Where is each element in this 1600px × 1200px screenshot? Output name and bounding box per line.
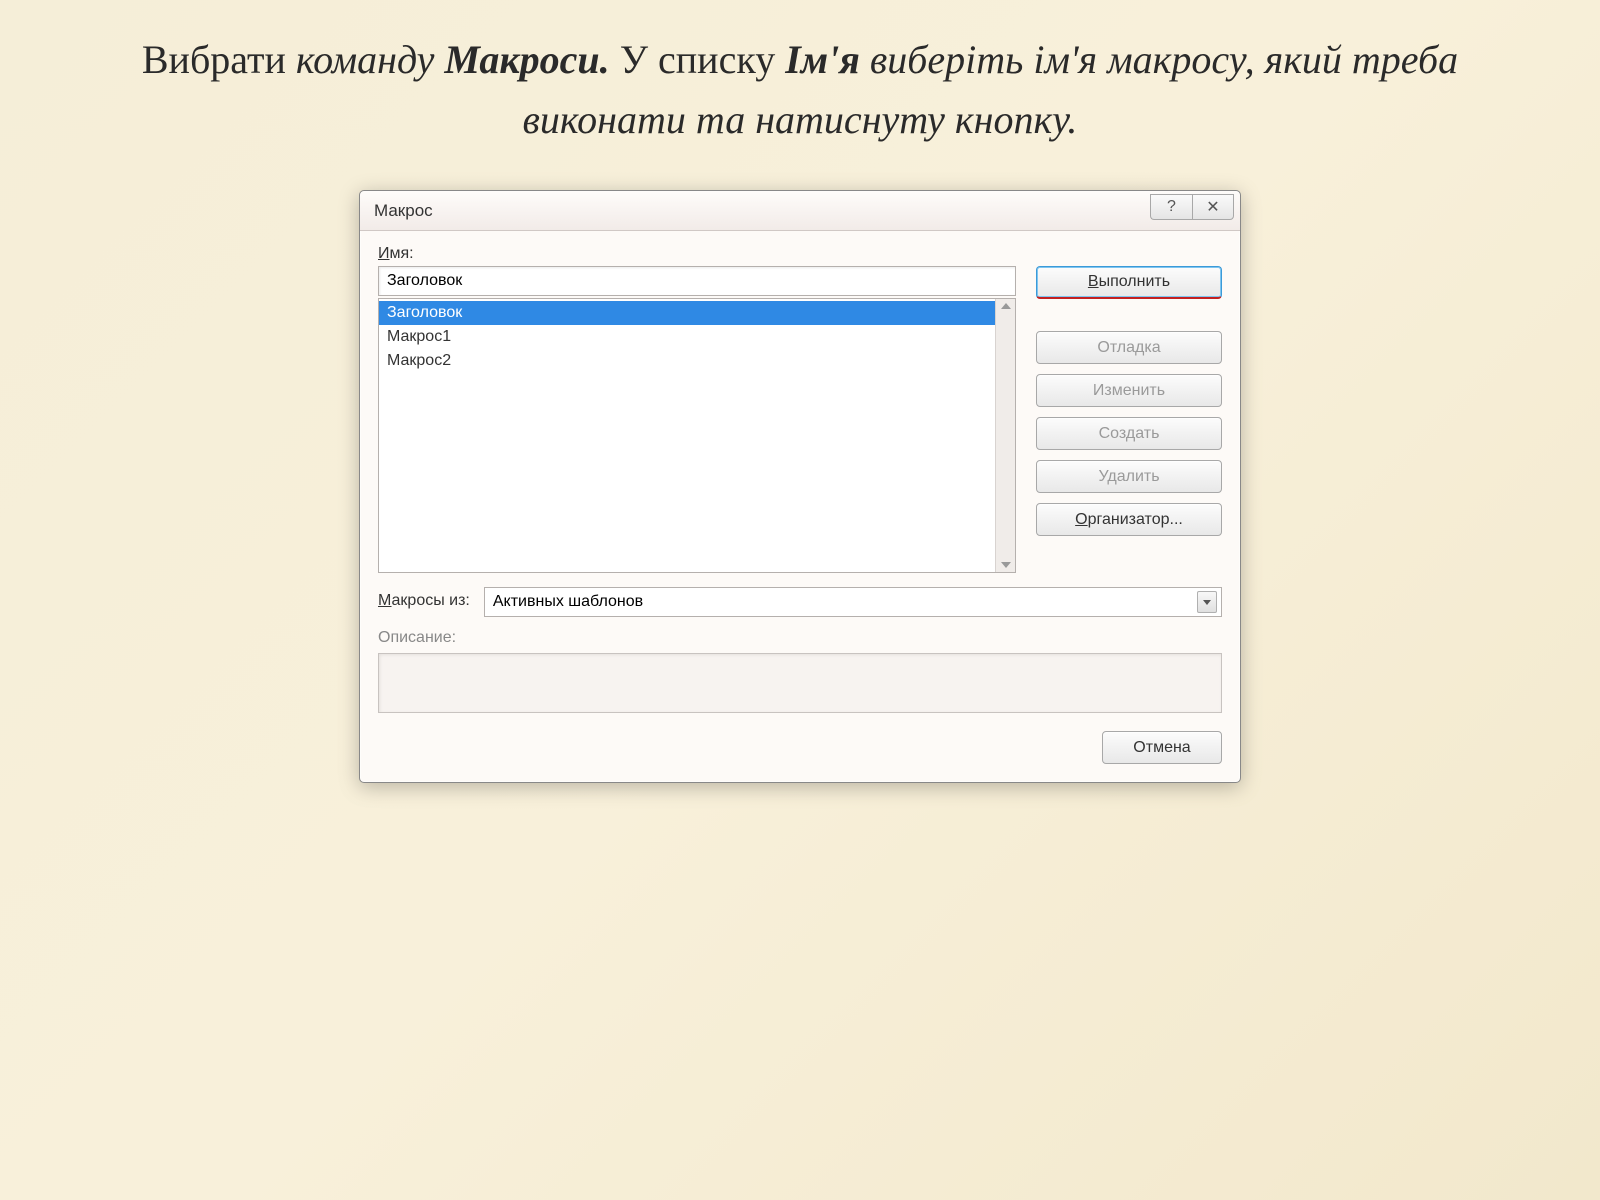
listbox-scrollbar[interactable] (995, 299, 1015, 572)
delete-button[interactable]: Удалить (1036, 460, 1222, 493)
list-item[interactable]: Заголовок (379, 301, 995, 325)
close-button[interactable]: ✕ (1192, 194, 1234, 220)
description-box (378, 653, 1222, 713)
chevron-down-icon (1197, 591, 1217, 613)
macro-name-input[interactable] (378, 266, 1016, 296)
dialog-title: Макрос (374, 201, 433, 221)
source-label: Макросы из: (378, 592, 470, 610)
cancel-button[interactable]: Отмена (1102, 731, 1222, 764)
help-button[interactable]: ? (1150, 194, 1192, 220)
scroll-down-icon[interactable] (1001, 562, 1011, 568)
macro-list[interactable]: Заголовок Макрос1 Макрос2 (379, 299, 995, 572)
create-button[interactable]: Создать (1036, 417, 1222, 450)
macro-source-select[interactable]: Активных шаблонов (484, 587, 1222, 617)
list-item[interactable]: Макрос2 (379, 349, 995, 373)
close-icon: ✕ (1206, 197, 1219, 217)
run-button[interactable]: Выполнить (1036, 266, 1222, 299)
list-item[interactable]: Макрос1 (379, 325, 995, 349)
slide-instruction-text: Вибрати команду Макроси. У списку Ім'я в… (0, 0, 1600, 170)
macro-listbox: Заголовок Макрос1 Макрос2 (378, 298, 1016, 573)
scroll-up-icon[interactable] (1001, 303, 1011, 309)
description-label: Описание: (378, 629, 1222, 647)
organizer-button[interactable]: Организатор... (1036, 503, 1222, 536)
debug-button[interactable]: Отладка (1036, 331, 1222, 364)
edit-button[interactable]: Изменить (1036, 374, 1222, 407)
help-icon: ? (1167, 198, 1176, 216)
source-select-value: Активных шаблонов (493, 593, 643, 611)
macro-dialog: Макрос ? ✕ Имя: Заголовок Макрос1 (359, 190, 1241, 783)
name-label: Имя: (378, 245, 1222, 263)
dialog-titlebar[interactable]: Макрос ? ✕ (360, 191, 1240, 231)
